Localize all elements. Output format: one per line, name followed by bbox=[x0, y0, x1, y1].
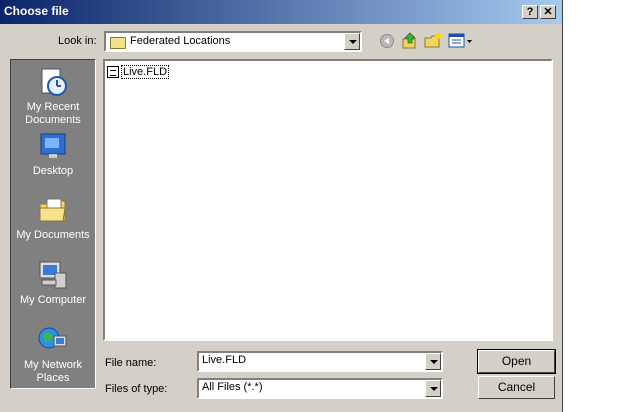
file-type-value: All Files (*.*) bbox=[202, 381, 263, 393]
place-my-documents[interactable]: My Documents bbox=[11, 194, 95, 242]
file-name-value: Live.FLD bbox=[202, 354, 247, 366]
look-in-dropdown[interactable]: Federated Locations bbox=[104, 31, 362, 52]
network-places-icon bbox=[37, 324, 69, 356]
place-label: My Documents bbox=[16, 229, 90, 241]
file-name-label: File name: bbox=[105, 357, 157, 369]
dropdown-arrow-icon[interactable] bbox=[344, 33, 360, 50]
choose-file-dialog: Choose file ? ✕ Look in: Federated Locat… bbox=[0, 0, 563, 412]
views-menu-icon[interactable] bbox=[448, 32, 474, 50]
folder-icon bbox=[110, 37, 126, 49]
open-button[interactable]: Open bbox=[477, 349, 556, 374]
window-title: Choose file bbox=[4, 4, 69, 18]
dropdown-arrow-icon[interactable] bbox=[425, 380, 441, 397]
dropdown-arrow-icon[interactable] bbox=[425, 353, 441, 370]
desktop-icon bbox=[37, 130, 69, 162]
up-folder-icon[interactable] bbox=[401, 32, 419, 50]
title-bar: Choose file ? ✕ bbox=[0, 0, 562, 24]
close-button[interactable]: ✕ bbox=[540, 5, 556, 19]
new-folder-icon[interactable] bbox=[424, 32, 442, 50]
file-name-input[interactable]: Live.FLD bbox=[197, 351, 443, 372]
help-button[interactable]: ? bbox=[522, 5, 538, 19]
file-list[interactable]: Live.FLD bbox=[103, 59, 553, 341]
place-label: Desktop bbox=[32, 165, 74, 177]
place-label: My Recent Documents bbox=[25, 101, 81, 126]
file-type-select[interactable]: All Files (*.*) bbox=[197, 378, 443, 399]
recent-documents-icon bbox=[37, 66, 69, 98]
cancel-button[interactable]: Cancel bbox=[478, 376, 555, 399]
place-recent-documents[interactable]: My Recent Documents bbox=[11, 66, 95, 127]
file-item[interactable]: Live.FLD bbox=[107, 64, 170, 80]
place-desktop[interactable]: Desktop bbox=[11, 130, 95, 178]
places-bar: My Recent Documents Desktop My Documents… bbox=[10, 59, 96, 389]
my-documents-icon bbox=[37, 194, 69, 226]
back-icon[interactable] bbox=[378, 32, 396, 50]
file-type-label: Files of type: bbox=[105, 383, 168, 395]
look-in-label: Look in: bbox=[58, 35, 97, 47]
place-my-computer[interactable]: My Computer bbox=[11, 259, 95, 307]
fld-file-icon bbox=[107, 66, 119, 78]
place-label: My Computer bbox=[19, 294, 87, 306]
my-computer-icon bbox=[37, 259, 69, 291]
look-in-value: Federated Locations bbox=[130, 35, 231, 47]
place-label: My Network Places bbox=[23, 359, 83, 384]
place-my-network-places[interactable]: My Network Places bbox=[11, 324, 95, 385]
file-name: Live.FLD bbox=[121, 65, 170, 79]
